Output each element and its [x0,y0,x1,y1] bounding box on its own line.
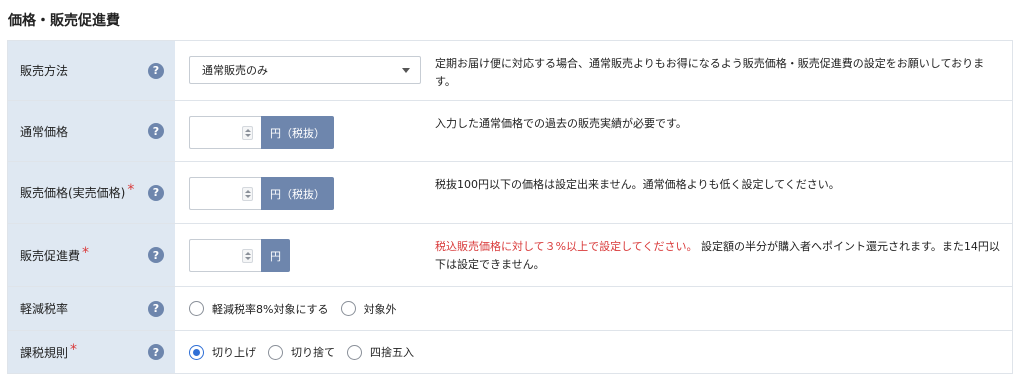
radio-option[interactable]: 四捨五入 [347,344,414,360]
question-circle-icon[interactable]: ? [148,247,164,263]
row-promo-cost: 販売促進費 * ? 円 税込販売価格に対して３%以上で設定してください。 設定額の… [8,224,1012,287]
select-value: 通常販売のみ [202,64,268,77]
sale-price-field: 円（税抜） [189,177,334,210]
row-label-text: 販売価格(実売価格) [20,186,126,200]
label-cell: 通常価格 ? [8,101,175,161]
row-label: 販売方法 [20,64,69,78]
sales-method-note: 定期お届け便に対応する場合、通常販売よりもお得になるよう販売価格・販売促進費の設… [435,57,985,88]
label-cell: 課税規則 * ? [8,331,175,373]
question-circle-icon[interactable]: ? [148,123,164,139]
radio-option[interactable]: 対象外 [340,301,397,317]
row-tax-rounding: 課税規則 * ? 切り上げ 切り捨て 四捨五入 [8,331,1012,373]
radio-button[interactable] [189,301,204,316]
radio-option[interactable]: 切り捨て [268,344,335,360]
label-cell: 販売方法 ? [8,41,175,100]
spinner-icon[interactable] [242,249,253,263]
value-cell: 軽減税率8%対象にする 対象外 [175,287,1012,330]
required-mark: * [70,341,78,358]
unit-label: 円 [261,239,290,272]
promo-cost-note: 税込販売価格に対して３%以上で設定してください。 設定額の半分が購入者へポイント… [435,238,1005,274]
unit-label: 円（税抜） [261,177,334,210]
radio-label: 軽減税率8%対象にする [212,302,329,316]
reduced-tax-radio-group: 軽減税率8%対象にする 対象外 [189,301,409,317]
value-cell: 円（税抜） 税抜100円以下の価格は設定出来ません。通常価格よりも低く設定してく… [175,162,1012,223]
question-circle-icon[interactable]: ? [148,184,164,201]
row-label-text: 課税規則 [20,345,69,360]
row-label: 軽減税率 [20,302,69,316]
radio-option[interactable]: 切り上げ [189,344,256,360]
label-cell: 販売促進費 * ? [8,224,175,286]
radio-label: 切り捨て [291,346,335,359]
label-cell: 軽減税率 ? [8,287,175,330]
required-mark: * [127,182,135,198]
question-circle-icon[interactable]: ? [148,62,164,79]
chevron-down-icon [402,68,410,73]
radio-button[interactable] [347,344,362,360]
radio-label: 四捨五入 [370,346,414,359]
tax-rounding-radio-group: 切り上げ 切り捨て 四捨五入 [189,344,426,360]
unit-label: 円（税抜） [261,116,334,149]
sales-method-select[interactable]: 通常販売のみ [189,56,421,84]
radio-button[interactable] [268,344,283,360]
label-cell: 販売価格(実売価格) * ? [8,162,175,223]
row-sales-method: 販売方法 ? 通常販売のみ 定期お届け便に対応する場合、通常販売よりもお得になる… [8,41,1012,101]
question-circle-icon[interactable]: ? [148,344,164,360]
row-regular-price: 通常価格 ? 円（税抜） 入力した通常価格での過去の販売実績が必要です。 [8,101,1012,162]
radio-label: 切り上げ [212,346,256,359]
section-title: 価格・販売促進費 [8,13,120,29]
row-label: 課税規則 * [20,341,78,361]
promo-cost-warning: 税込販売価格に対して３%以上で設定してください。 [435,240,698,253]
row-label-text: 販売促進費 [20,248,81,263]
regular-price-field: 円（税抜） [189,116,334,149]
row-label: 通常価格 [20,124,69,139]
row-label: 販売価格(実売価格) * [20,182,135,201]
radio-option[interactable]: 軽減税率8%対象にする [189,301,329,317]
value-cell: 切り上げ 切り捨て 四捨五入 [175,331,1012,373]
value-cell: 円（税抜） 入力した通常価格での過去の販売実績が必要です。 [175,101,1012,161]
row-sale-price: 販売価格(実売価格) * ? 円（税抜） 税抜100円以下の価格は設定出来ません。… [8,162,1012,224]
promo-cost-field: 円 [189,239,290,272]
promo-cost-input[interactable] [189,239,261,272]
row-label: 販売促進費 * [20,244,90,264]
sale-price-input[interactable] [189,177,261,210]
spinner-icon[interactable] [242,187,253,201]
value-cell: 通常販売のみ 定期お届け便に対応する場合、通常販売よりもお得になるよう販売価格・… [175,41,1012,100]
required-mark: * [82,244,90,261]
radio-button[interactable] [189,344,204,360]
row-reduced-tax: 軽減税率 ? 軽減税率8%対象にする 対象外 [8,287,1012,331]
value-cell: 円 税込販売価格に対して３%以上で設定してください。 設定額の半分が購入者へポイ… [175,224,1012,286]
radio-label: 対象外 [363,302,397,316]
spinner-icon[interactable] [242,126,253,140]
question-circle-icon[interactable]: ? [148,300,164,317]
radio-button[interactable] [340,301,356,316]
regular-price-input[interactable] [189,116,261,149]
regular-price-note: 入力した通常価格での過去の販売実績が必要です。 [435,117,687,130]
sale-price-note: 税抜100円以下の価格は設定出来ません。通常価格よりも低く設定してください。 [435,178,840,191]
price-form-table: 販売方法 ? 通常販売のみ 定期お届け便に対応する場合、通常販売よりもお得になる… [7,40,1013,374]
